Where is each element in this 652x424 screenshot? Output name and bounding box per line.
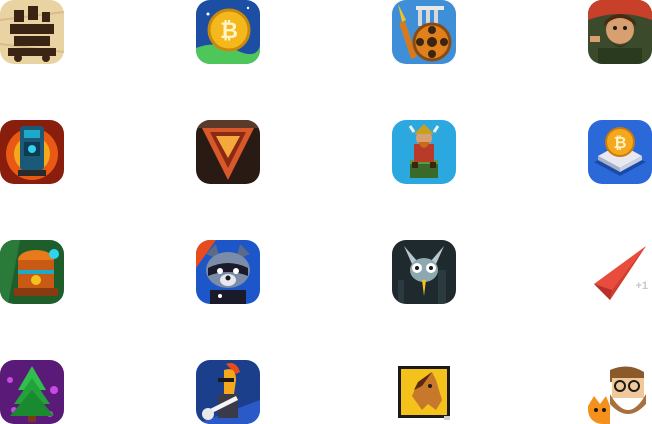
horse-head-game-icon[interactable] — [392, 360, 456, 424]
bat-creature-game-icon[interactable] — [392, 240, 456, 304]
svg-text:₿: ₿ — [220, 18, 238, 43]
raccoon-game-icon[interactable] — [196, 240, 260, 304]
viking-tower-game-icon[interactable] — [392, 120, 456, 184]
bearded-warrior-game-icon[interactable] — [588, 0, 652, 64]
red-paper-plane-game-icon[interactable]: +1 — [588, 240, 652, 304]
horse-guitar-game-icon[interactable] — [196, 360, 260, 424]
christmas-tree-game-icon[interactable] — [0, 360, 64, 424]
bitcoin-coin-game-icon[interactable]: ₿ — [196, 0, 260, 64]
treasure-chest-game-icon[interactable] — [0, 240, 64, 304]
temple-wheel-game-icon[interactable] — [392, 0, 456, 64]
app-icon-grid: ₿ ₿ +1 — [0, 0, 652, 424]
machine-lava-game-icon[interactable] — [0, 120, 64, 184]
plus-one-badge: +1 — [635, 280, 648, 292]
bitcoin-chip-game-icon[interactable]: ₿ — [588, 120, 652, 184]
castle-tower-game-icon[interactable] — [0, 0, 64, 64]
lava-gem-game-icon[interactable] — [196, 120, 260, 184]
bearded-man-cat-game-icon[interactable] — [588, 360, 652, 424]
svg-text:₿: ₿ — [613, 134, 626, 152]
